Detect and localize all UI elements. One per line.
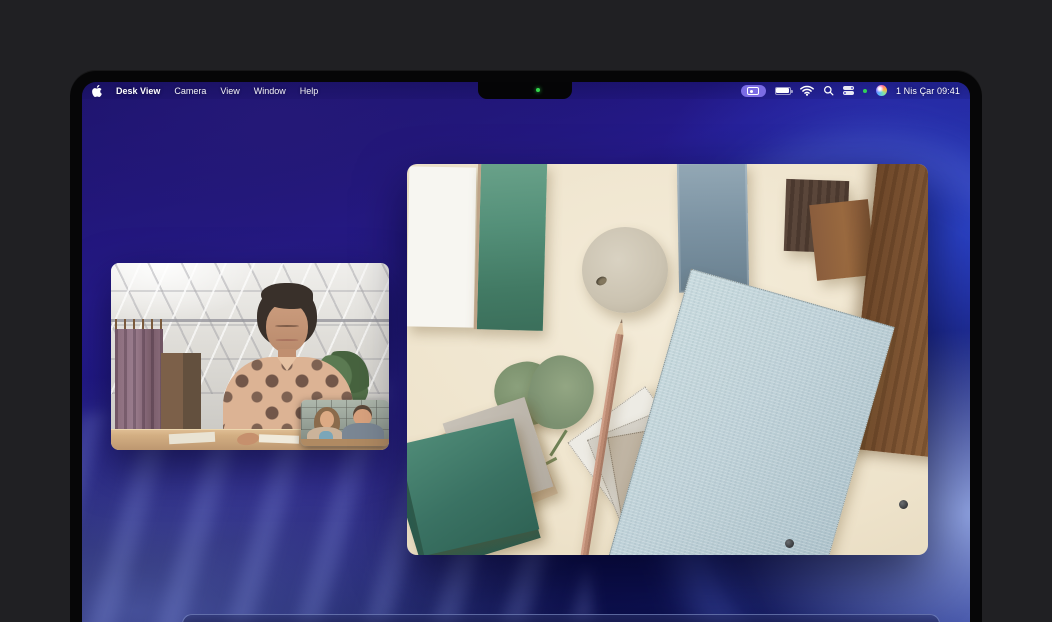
felt-disc-hole: [595, 275, 608, 287]
menu-help[interactable]: Help: [300, 86, 319, 96]
presenter-face: [266, 303, 308, 353]
fabric-swatch-blue: [607, 269, 895, 555]
background-window-edge[interactable]: [182, 614, 940, 622]
spotlight-icon[interactable]: [823, 85, 834, 96]
pencil-tip: [616, 318, 626, 335]
marketing-backdrop: Desk View Camera View Window Help 1 Nis …: [0, 0, 1052, 622]
macbook-frame: Desk View Camera View Window Help 1 Nis …: [70, 70, 982, 622]
recording-dot: [863, 89, 867, 93]
clothing-rack-fabric: [115, 329, 163, 429]
leaf-stem: [549, 429, 567, 456]
pip-woman-face: [320, 411, 334, 428]
control-center-icon[interactable]: [843, 86, 854, 96]
video-camera-icon: [747, 87, 759, 95]
clothing-rack-hangers: [115, 319, 163, 329]
menu-window[interactable]: Window: [254, 86, 286, 96]
menu-bar-clock[interactable]: 1 Nis Çar 09:41: [896, 86, 960, 96]
menu-camera[interactable]: Camera: [174, 86, 206, 96]
battery-icon[interactable]: [775, 87, 791, 95]
siri-icon[interactable]: [876, 85, 887, 96]
apple-menu[interactable]: [92, 85, 102, 97]
facetime-window[interactable]: [111, 263, 389, 450]
wood-cabinet: [161, 353, 201, 431]
apple-logo-icon: [92, 85, 102, 97]
fabric-grommet: [785, 539, 794, 548]
camera-indicator-light: [536, 88, 540, 92]
camera-notch: [478, 82, 572, 99]
desk-paper: [259, 434, 299, 443]
macbook-screen: Desk View Camera View Window Help 1 Nis …: [82, 82, 970, 622]
menu-app-name[interactable]: Desk View: [116, 86, 160, 96]
wifi-icon[interactable]: [800, 85, 814, 96]
menu-view[interactable]: View: [220, 86, 239, 96]
camera-active-indicator[interactable]: [741, 85, 766, 97]
felt-disc-sample: [582, 227, 668, 313]
facetime-pip[interactable]: [301, 400, 389, 446]
blue-gray-tile-sample: [677, 164, 749, 293]
pip-table: [301, 439, 389, 446]
fabric-grommet: [899, 500, 908, 509]
green-tile-sample: [474, 164, 547, 331]
desk-view-window[interactable]: [407, 164, 928, 555]
white-paper-card: [407, 166, 476, 327]
